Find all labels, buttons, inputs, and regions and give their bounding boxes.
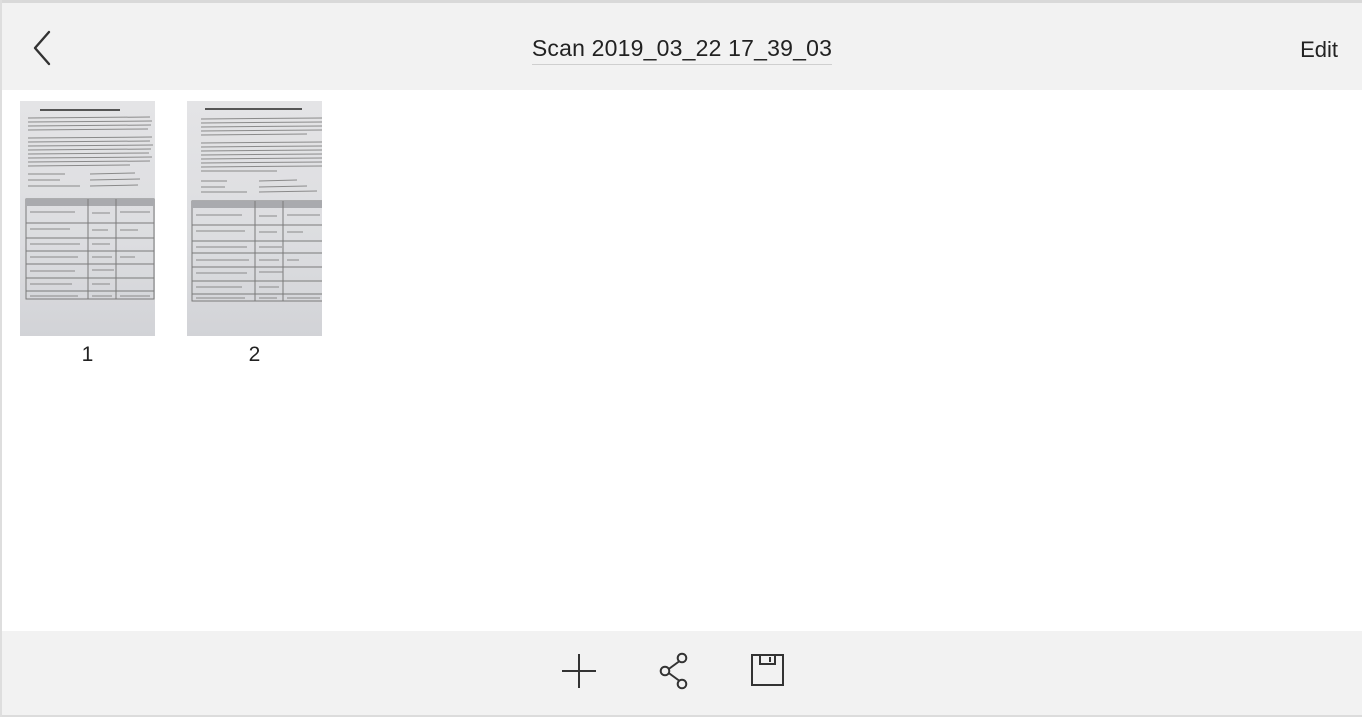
plus-icon bbox=[562, 654, 596, 688]
page-2-image[interactable] bbox=[187, 101, 322, 336]
page-number-label: 2 bbox=[248, 343, 261, 366]
page-1-image[interactable] bbox=[20, 101, 155, 336]
app-window: Scan 2019_03_22 17_39_03 Edit 1 2 bbox=[0, 0, 1362, 717]
share-button[interactable] bbox=[654, 651, 694, 691]
document-title[interactable]: Scan 2019_03_22 17_39_03 bbox=[2, 34, 1362, 65]
scanned-page-preview bbox=[25, 109, 155, 300]
page-number-label: 1 bbox=[81, 343, 94, 366]
save-icon bbox=[751, 654, 784, 686]
share-icon bbox=[659, 652, 688, 690]
top-bar: Scan 2019_03_22 17_39_03 Edit bbox=[2, 0, 1362, 90]
document-title-text[interactable]: Scan 2019_03_22 17_39_03 bbox=[531, 34, 833, 65]
edit-button[interactable]: Edit bbox=[1300, 37, 1338, 63]
scanned-page-preview bbox=[191, 108, 322, 302]
save-button[interactable] bbox=[748, 651, 788, 691]
bottom-toolbar bbox=[2, 631, 1362, 717]
add-page-button[interactable] bbox=[559, 651, 599, 691]
page-grid: 1 2 bbox=[2, 90, 1362, 631]
page-thumbnail-1[interactable]: 1 bbox=[20, 101, 155, 367]
page-thumbnail-2[interactable]: 2 bbox=[187, 101, 322, 367]
